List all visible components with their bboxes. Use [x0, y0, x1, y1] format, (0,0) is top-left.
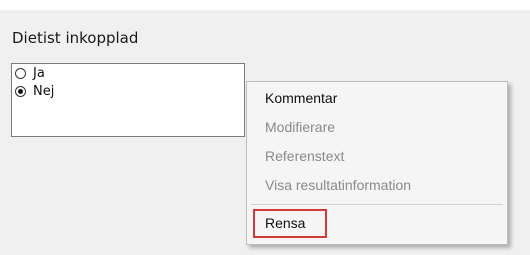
- radio-ja-button[interactable]: [15, 67, 26, 79]
- radio-nej-label: Nej: [33, 83, 55, 99]
- radio-option-ja[interactable]: Ja: [15, 65, 45, 81]
- radio-group-box: Ja Nej: [11, 63, 245, 137]
- menu-separator: [251, 204, 503, 205]
- radio-option-nej[interactable]: Nej: [15, 83, 54, 99]
- menu-item-visa-resultatinformation: Visa resultatinformation: [265, 177, 412, 193]
- context-menu: Kommentar Modifierare Referenstext Visa …: [246, 81, 508, 245]
- menu-item-modifierare: Modifierare: [265, 119, 336, 135]
- radio-nej-button[interactable]: [15, 85, 26, 97]
- menu-item-referenstext: Referenstext: [265, 148, 345, 164]
- window-top-strip: [0, 0, 530, 10]
- section-title: Dietist inkopplad: [12, 29, 139, 47]
- menu-item-kommentar[interactable]: Kommentar: [265, 90, 337, 106]
- radio-ja-label: Ja: [33, 65, 45, 81]
- menu-item-rensa[interactable]: Rensa: [253, 209, 327, 238]
